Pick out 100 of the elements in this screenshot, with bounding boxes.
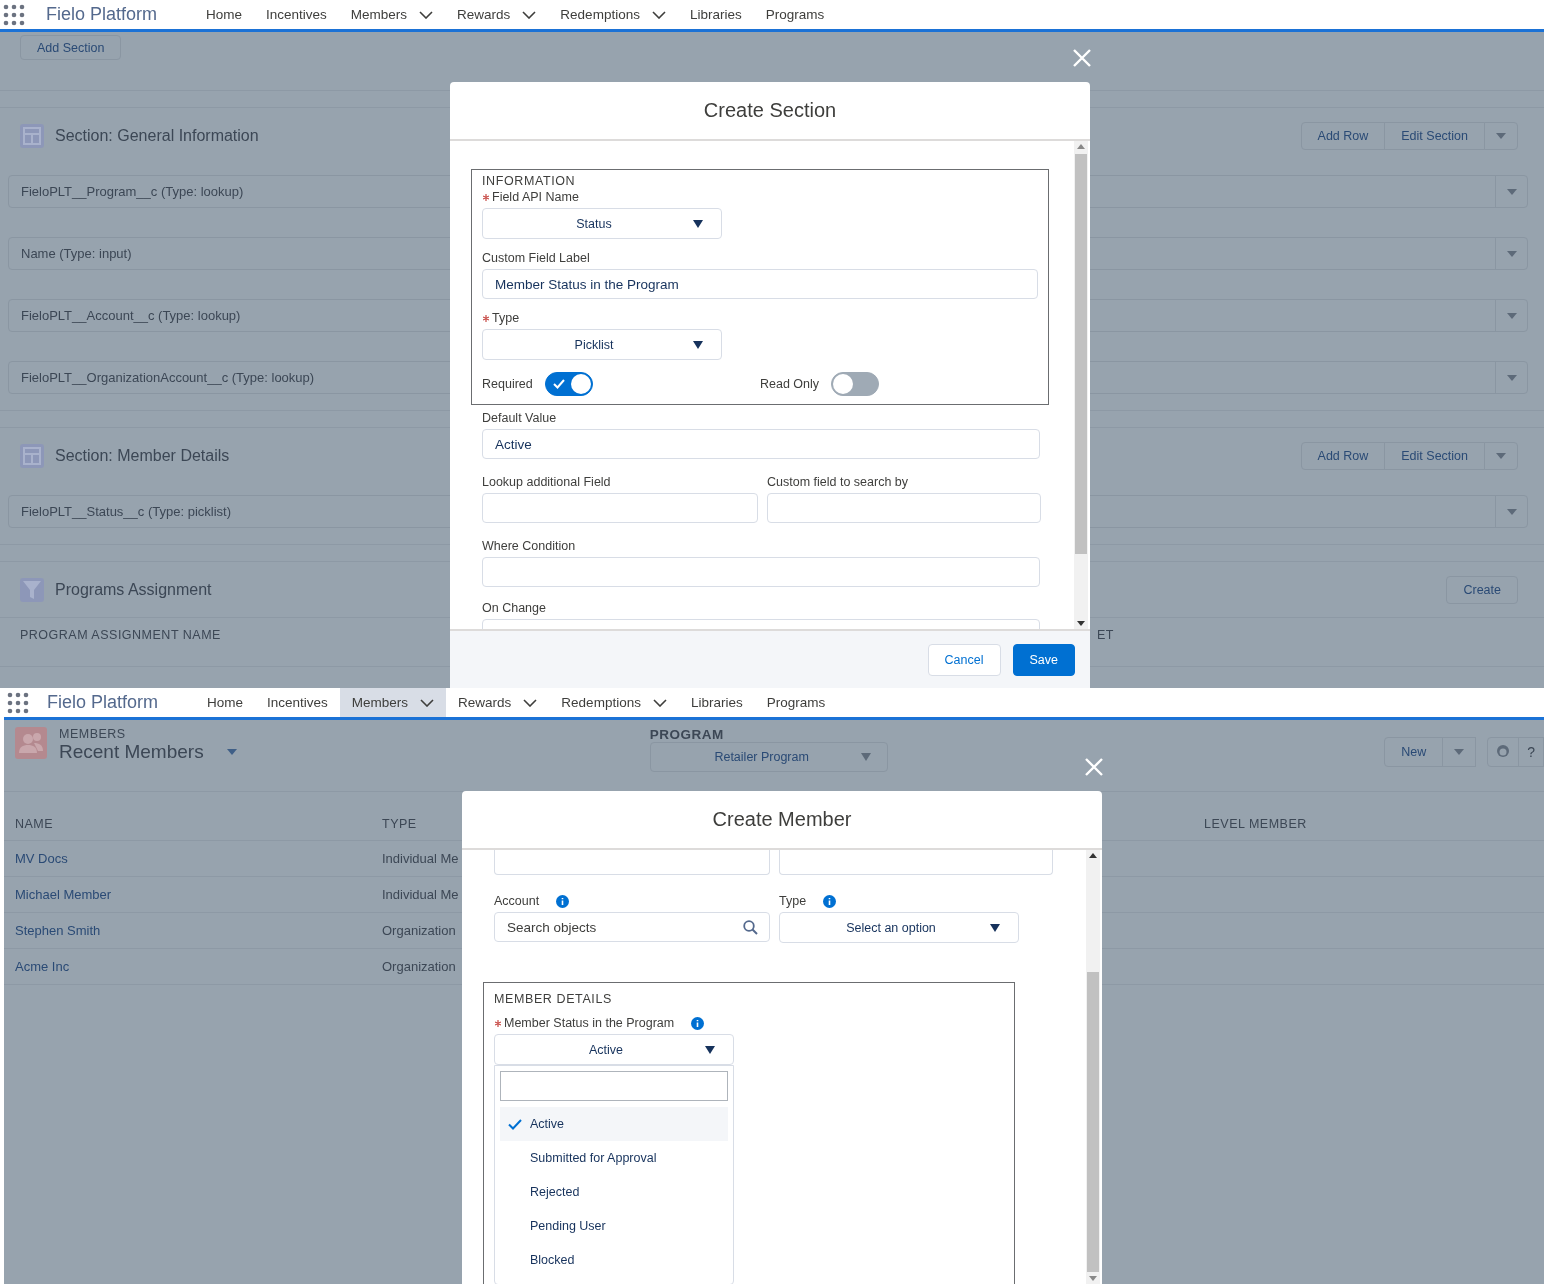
column-header: ET [1097,628,1114,642]
section-action-button[interactable]: Edit Section [1384,441,1485,470]
column-header: LEVEL MEMBER [1204,817,1307,831]
custom-field-label-input[interactable]: Member Status in the Program [482,269,1038,299]
field-label: Custom Field Label [482,251,590,265]
member-name-link[interactable]: MV Docs [15,851,68,866]
field-label: Default Value [482,411,557,425]
list-view-title: Recent Members [59,741,204,763]
member-name-link[interactable]: Stephen Smith [15,923,101,938]
field-label: On Change [482,601,546,615]
app-launcher-icon[interactable] [3,3,25,26]
scroll-down-icon[interactable] [1077,621,1085,626]
type-select[interactable]: Picklist [482,329,722,360]
dropdown-search-field[interactable] [500,1071,728,1101]
app-name: Fielo Platform [46,4,159,25]
caret-icon[interactable] [225,748,238,756]
close-icon[interactable] [1085,758,1103,776]
info-icon[interactable] [556,895,570,908]
save-button[interactable]: Save [1012,643,1075,676]
caret-icon [1505,507,1518,516]
avatar-button[interactable] [1487,737,1520,767]
member-type-select[interactable]: Select an option [779,912,1019,943]
caret-icon [1495,451,1507,460]
nav-tab[interactable]: Programs [753,0,837,29]
default-value-input[interactable]: Active [482,429,1040,459]
program-select[interactable]: Retailer Program [649,742,888,772]
nav-tab[interactable]: Programs [754,688,838,717]
column-header: PROGRAM ASSIGNMENT NAME [20,628,221,642]
chevron-down-icon[interactable] [522,10,537,19]
nav-tab[interactable]: Incentives [255,688,340,717]
caret-icon [860,753,871,761]
chevron-down-icon[interactable] [652,698,667,707]
nav-tab[interactable]: Home [195,688,255,717]
field-label: Member Status in the Program [504,1016,675,1030]
cancel-button[interactable]: Cancel [927,643,1001,676]
nav-tab[interactable]: Members [338,0,446,29]
dropdown-option[interactable]: Submitted for Approval [500,1141,728,1175]
add-section-button[interactable]: Add Section [20,35,122,60]
chevron-down-icon[interactable] [523,698,538,707]
field-label: Field API Name [492,190,579,204]
caret-icon [693,340,703,349]
nav-tab[interactable]: Home [194,0,254,29]
nav-tab[interactable]: Incentives [254,0,339,29]
text-input[interactable] [494,850,770,875]
search-field-input[interactable] [767,493,1041,523]
dropdown-option[interactable]: Blocked [500,1243,728,1277]
member-status-dropdown[interactable]: Active [494,1034,734,1065]
info-icon[interactable] [691,1017,705,1030]
fieldset-legend: INFORMATION [482,174,1038,188]
info-icon[interactable] [823,895,837,908]
dropdown-option[interactable]: Active [500,1107,728,1141]
member-name-link[interactable]: Acme Inc [15,959,70,974]
column-header: NAME [15,817,54,831]
toggle-label: Read Only [760,377,820,391]
section-action-button[interactable]: Edit Section [1384,121,1485,150]
nav-tab[interactable]: Rewards [446,688,550,717]
section-action-button[interactable]: Create [1446,575,1518,604]
section-menu-button[interactable] [1484,441,1518,470]
field-label: Where Condition [482,539,576,553]
section-action-button[interactable]: Add Row [1300,441,1386,470]
dropdown-option[interactable]: Pending User [500,1209,728,1243]
toggle-label: Required [482,377,533,391]
caret-icon [1505,249,1518,258]
fieldset-legend: MEMBER DETAILS [494,992,1004,1006]
nav-tab[interactable]: Members [339,688,447,717]
help-button[interactable]: ? [1518,737,1544,767]
scrollbar[interactable] [1086,850,1100,1284]
table-cell: Organization [382,923,456,938]
new-button[interactable]: New [1384,737,1444,767]
close-icon[interactable] [1073,49,1091,67]
more-button[interactable] [1442,737,1477,767]
app-launcher-icon[interactable] [7,691,29,714]
toggle-switch[interactable] [544,372,593,396]
nav-tab[interactable]: Libraries [677,0,754,29]
dialog-title: Create Section [703,99,837,122]
funnel-icon [19,576,45,603]
lookup-field-input[interactable] [482,493,758,523]
members-icon [15,727,47,759]
field-label: Type [779,894,807,908]
nav-tab[interactable]: Redemptions [549,688,679,717]
chevron-down-icon[interactable] [419,10,434,19]
nav-tab[interactable]: Rewards [445,0,549,29]
field-api-name-select[interactable]: Status [482,208,722,239]
section-action-button[interactable]: Add Row [1300,121,1386,150]
dropdown-option[interactable]: Rejected [500,1175,728,1209]
section-menu-button[interactable] [1484,121,1518,150]
chevron-down-icon[interactable] [420,698,435,707]
scrollbar[interactable] [1074,141,1088,629]
field-label: Lookup additional Field [482,475,611,489]
nav-tab[interactable]: Redemptions [548,0,678,29]
toggle-switch[interactable] [831,372,880,396]
where-condition-input[interactable] [482,557,1040,587]
section-title: Programs Assignment [55,580,212,599]
scroll-up-icon[interactable] [1089,853,1097,858]
text-input[interactable] [779,850,1053,875]
account-search-field[interactable]: Search objects [494,912,770,942]
member-name-link[interactable]: Michael Member [15,887,112,902]
caret-icon [705,1045,715,1054]
chevron-down-icon[interactable] [651,10,666,19]
nav-tab[interactable]: Libraries [678,688,755,717]
